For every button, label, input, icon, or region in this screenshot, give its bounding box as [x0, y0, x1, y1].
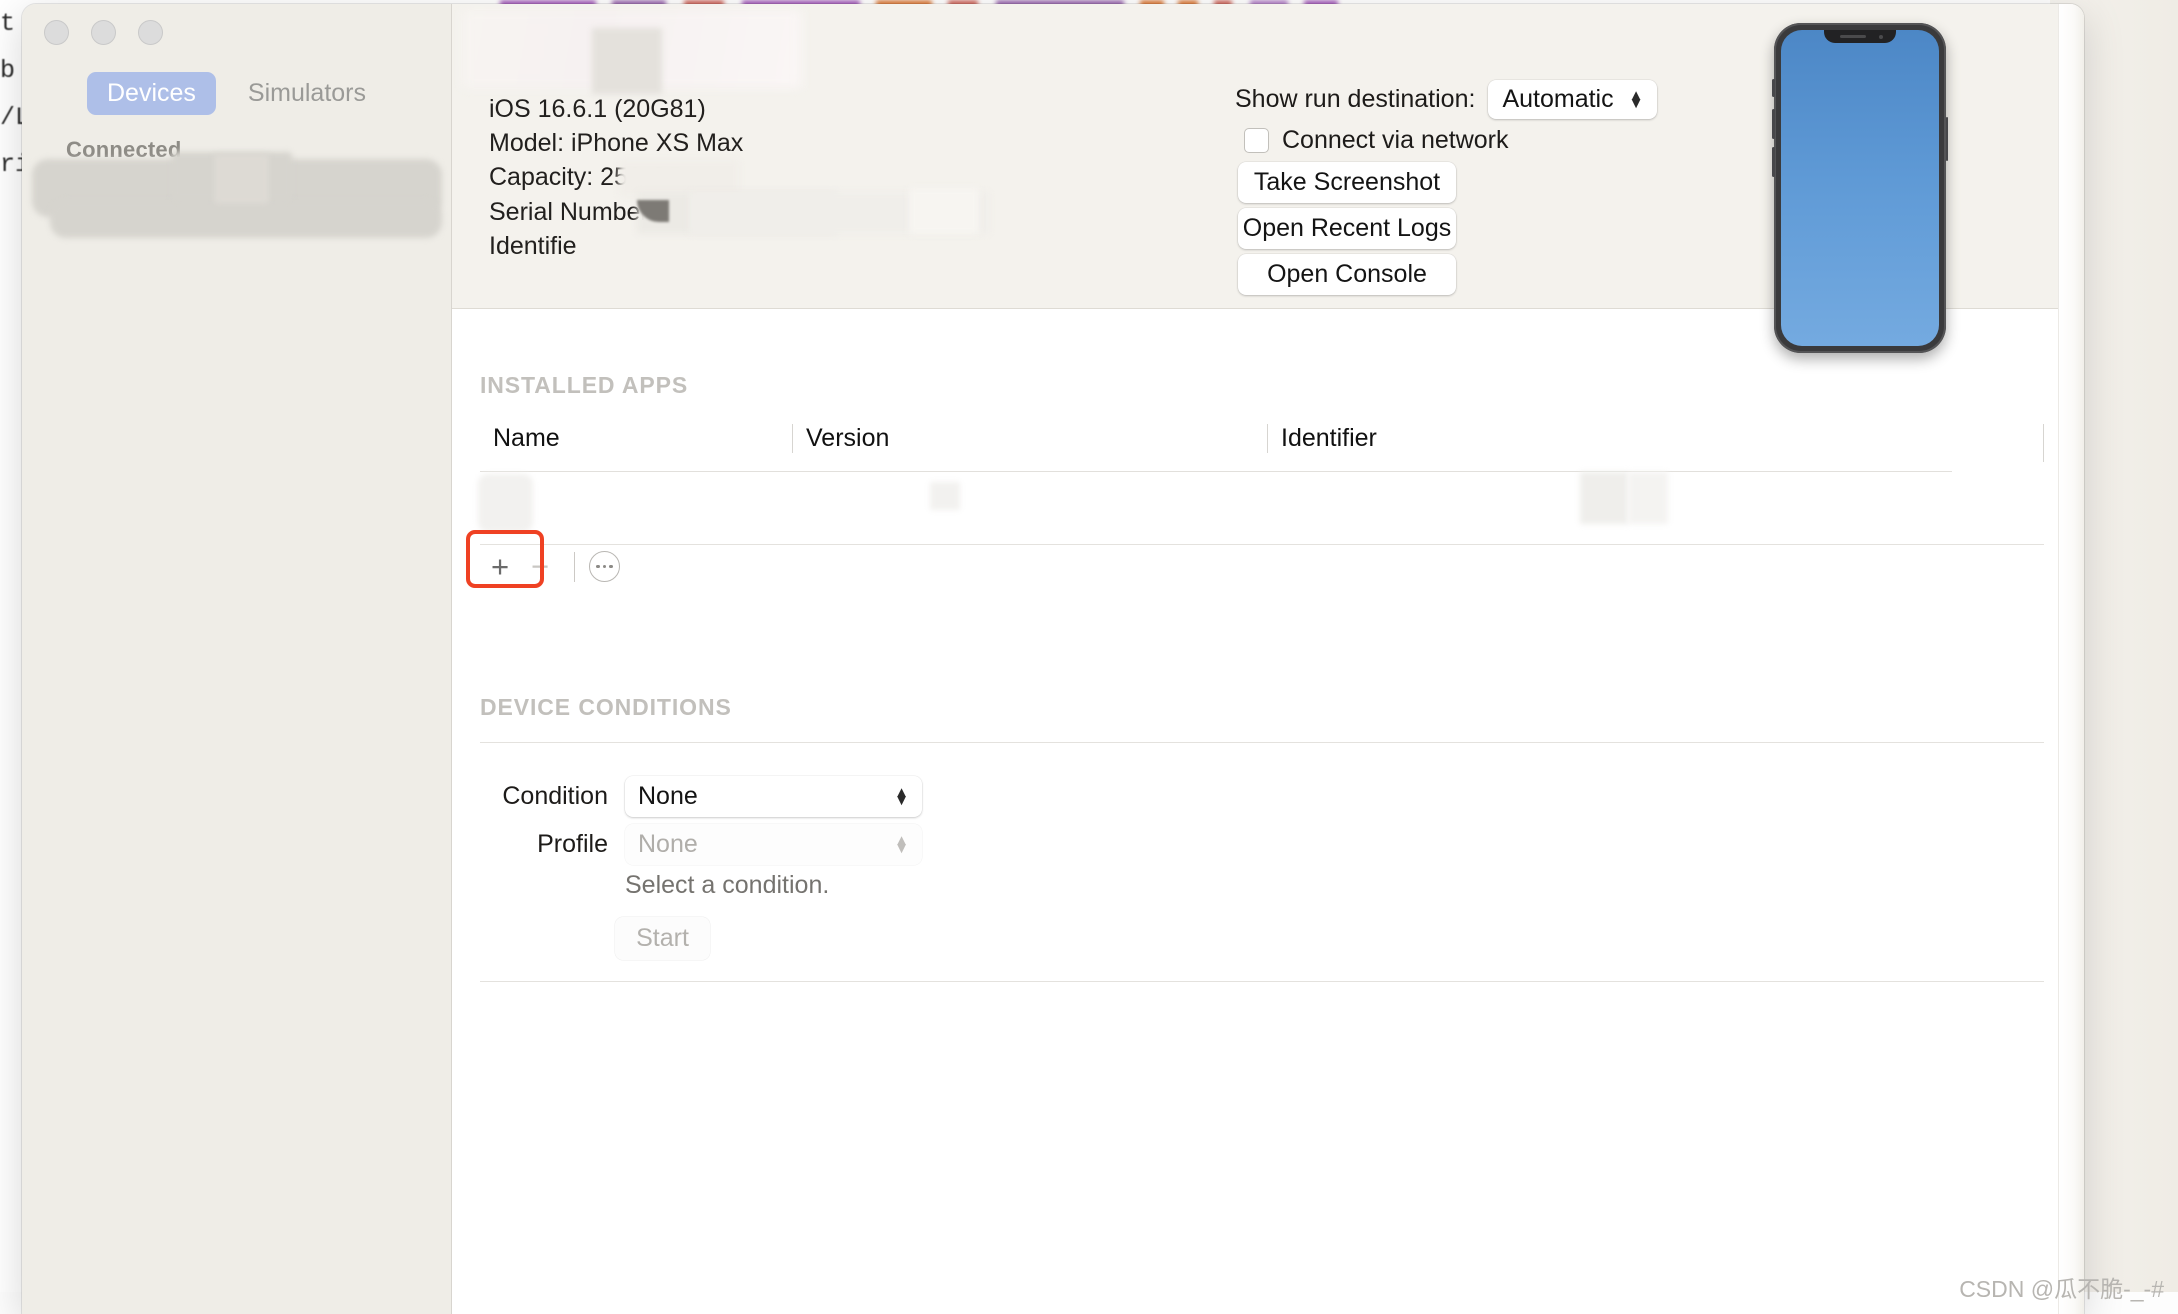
device-controls: Show run destination: Automatic ▲▼ Conne…	[1235, 80, 1657, 300]
profile-select[interactable]: None ▲▼	[625, 824, 922, 865]
chevron-updown-icon: ▲▼	[894, 789, 909, 805]
device-metadata: iOS 16.6.1 (20G81) Model: iPhone XS Max …	[489, 92, 743, 263]
connect-via-network-row[interactable]: Connect via network	[1244, 126, 1657, 155]
toolbar-separator	[574, 552, 575, 582]
window-traffic-lights	[44, 20, 163, 45]
devices-and-simulators-window: Devices Simulators Connected iOS 16.6.1 …	[22, 4, 2084, 1314]
more-options-icon[interactable]	[589, 551, 620, 582]
device-header: iOS 16.6.1 (20G81) Model: iPhone XS Max …	[452, 4, 2084, 309]
redacted-app-identifier-tail	[1628, 472, 1668, 524]
column-header-identifier[interactable]: Identifier	[1267, 424, 2043, 453]
window-scroll-edge[interactable]	[2058, 4, 2084, 1314]
sidebar: Devices Simulators Connected	[22, 4, 452, 1314]
close-button[interactable]	[44, 20, 69, 45]
take-screenshot-button[interactable]: Take Screenshot	[1238, 162, 1456, 203]
run-destination-label: Show run destination:	[1235, 85, 1475, 114]
connect-via-network-label: Connect via network	[1282, 126, 1509, 155]
zoom-button[interactable]	[138, 20, 163, 45]
installed-apps-title: INSTALLED APPS	[480, 372, 688, 399]
phone-camera-icon	[1879, 35, 1884, 40]
connect-via-network-checkbox[interactable]	[1244, 128, 1269, 153]
segmented-control: Devices Simulators	[22, 72, 451, 115]
open-recent-logs-button[interactable]: Open Recent Logs	[1238, 208, 1456, 249]
phone-volume-up	[1772, 109, 1775, 139]
device-preview-iphone	[1774, 23, 1946, 353]
section-divider	[480, 742, 2044, 743]
redacted-device-entry-blob	[214, 154, 269, 204]
profile-row: Profile None ▲▼	[480, 824, 922, 865]
tab-simulators[interactable]: Simulators	[228, 72, 386, 115]
add-app-highlight	[466, 530, 544, 588]
condition-value: None	[638, 782, 698, 811]
run-destination-value: Automatic	[1502, 85, 1613, 114]
phone-volume-down	[1772, 147, 1775, 177]
redacted-app-version	[930, 482, 960, 510]
watermark: CSDN @瓜不脆-_-#	[1959, 1270, 2164, 1304]
device-detail-pane: iOS 16.6.1 (20G81) Model: iPhone XS Max …	[452, 4, 2084, 1314]
device-model: Model: iPhone XS Max	[489, 126, 743, 160]
installed-apps-toolbar: + −	[480, 544, 2044, 588]
device-os: iOS 16.6.1 (20G81)	[489, 92, 743, 126]
device-conditions-title: DEVICE CONDITIONS	[480, 694, 732, 721]
minimize-button[interactable]	[91, 20, 116, 45]
condition-select[interactable]: None ▲▼	[625, 776, 922, 817]
tab-devices[interactable]: Devices	[87, 72, 216, 115]
profile-value: None	[638, 830, 698, 859]
open-console-button[interactable]: Open Console	[1238, 254, 1456, 295]
phone-power-button	[1946, 117, 1949, 161]
table-row-divider	[480, 471, 1952, 472]
redacted-app-identifier	[1580, 472, 1628, 524]
phone-screen	[1781, 30, 1939, 346]
installed-apps-header-row: Name Version Identifier	[480, 424, 2044, 464]
chevron-updown-icon: ▲▼	[1629, 92, 1644, 108]
redacted-app-icon	[478, 474, 533, 532]
chevron-updown-icon: ▲▼	[894, 837, 909, 853]
run-destination-select[interactable]: Automatic ▲▼	[1488, 80, 1657, 119]
start-condition-button[interactable]: Start	[615, 917, 710, 960]
redacted-device-entry-line2	[50, 200, 442, 238]
condition-hint-text: Select a condition.	[625, 871, 829, 900]
column-header-version[interactable]: Version	[792, 424, 1267, 453]
profile-label: Profile	[480, 830, 608, 859]
phone-mute-switch	[1772, 79, 1775, 97]
installed-apps-table: Name Version Identifier	[480, 424, 2044, 464]
redacted-capacity-tail	[619, 160, 739, 196]
condition-row: Condition None ▲▼	[480, 776, 922, 817]
redacted-device-name-block	[592, 28, 662, 94]
phone-notch	[1824, 30, 1896, 43]
phone-speaker-icon	[1840, 35, 1866, 38]
condition-label: Condition	[480, 782, 608, 811]
column-header-name[interactable]: Name	[480, 424, 792, 453]
section-divider-bottom	[480, 981, 2044, 982]
run-destination-row: Show run destination: Automatic ▲▼	[1235, 80, 1657, 119]
column-divider-end	[2043, 424, 2044, 462]
redacted-identifier-tail	[909, 188, 979, 234]
